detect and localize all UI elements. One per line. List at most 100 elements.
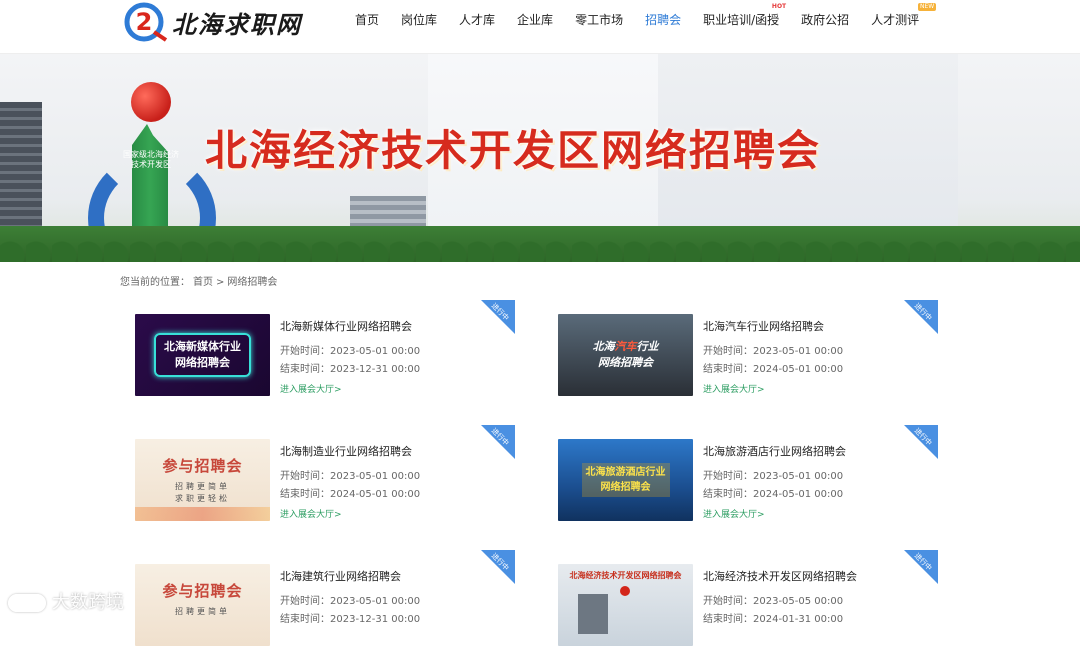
thumb-caption: 参与招聘会 [162,582,243,600]
nav-talent[interactable]: 人才库 [448,0,506,54]
thumb-caption: 北海经济技术开发区网络招聘会 [569,571,682,580]
nav-label: 岗位库 [401,13,438,27]
thumb-caption: 北海新媒体行业 网络招聘会 [154,333,251,377]
start-label: 开始时间： [703,471,753,482]
start-value: 2023-05-01 00:00 [753,346,844,357]
fair-title[interactable]: 北海经济技术开发区网络招聘会 [703,568,857,584]
fair-thumbnail[interactable]: 参与招聘会 招聘更简单 [135,564,270,646]
fair-title[interactable]: 北海汽车行业网络招聘会 [703,318,824,334]
breadcrumb-home-link[interactable]: 首页 [193,277,213,288]
nav-companies[interactable]: 企业库 [506,0,564,54]
nav-label: 首页 [355,13,380,27]
banner-title: 北海经济技术开发区网络招聘会 [205,126,822,175]
status-ribbon: 进行中 [481,425,515,459]
nav-label: 政府公招 [801,13,850,27]
svg-text:2: 2 [136,8,153,36]
fair-title[interactable]: 北海建筑行业网络招聘会 [280,568,401,584]
breadcrumb-current: 网络招聘会 [227,277,278,288]
banner-trees [0,226,1080,262]
monument-ball [131,82,171,122]
fair-start: 开始时间：2023-05-05 00:00 [703,592,843,607]
end-value: 2024-05-01 00:00 [330,489,421,500]
fair-thumbnail[interactable]: 北海经济技术开发区网络招聘会 [558,564,693,646]
fair-title[interactable]: 北海旅游酒店行业网络招聘会 [703,443,846,459]
thumb-line: 求职更轻松 [175,494,230,503]
fair-card[interactable]: 北海旅游酒店行业 网络招聘会 北海旅游酒店行业网络招聘会 开始时间：2023-05… [543,425,938,535]
thumb-line: 北海新媒体行业 [164,340,241,353]
nav-job-fair[interactable]: 招聘会 [634,0,692,68]
status-text: 进行中 [489,301,511,323]
fair-thumbnail[interactable]: 参与招聘会 招聘更简单 求职更轻松 [135,439,270,521]
start-value: 2023-05-05 00:00 [753,596,844,607]
fair-card[interactable]: 参与招聘会 招聘更简单 求职更轻松 北海制造业行业网络招聘会 开始时间：2023-… [120,425,515,535]
end-value: 2023-12-31 00:00 [330,614,421,625]
fair-title[interactable]: 北海新媒体行业网络招聘会 [280,318,412,334]
end-value: 2024-05-01 00:00 [753,364,844,375]
nav-gig-market[interactable]: 零工市场 [564,0,634,54]
nav-gov-recruit[interactable]: 政府公招 [790,0,860,54]
status-ribbon: 进行中 [481,550,515,584]
fair-start: 开始时间：2023-05-01 00:00 [703,342,843,357]
thumb-subcaption: 招聘更简单 [175,607,230,616]
fair-start: 开始时间：2023-05-01 00:00 [280,467,420,482]
enter-hall-link[interactable]: 进入展会大厅> [280,382,342,395]
end-label: 结束时间： [280,364,330,375]
fair-card[interactable]: 北海汽车行业 网络招聘会 北海汽车行业网络招聘会 开始时间：2023-05-01 … [543,300,938,410]
fair-card[interactable]: 北海新媒体行业 网络招聘会 北海新媒体行业网络招聘会 开始时间：2023-05-0… [120,300,515,410]
logo-mark-icon: 2 [124,2,168,42]
nav-label: 人才测评 [871,13,920,27]
thumb-line: 汽车 [614,340,637,353]
hero-banner[interactable]: 国家级北海经济技术开发区 北海经济技术开发区网络招聘会 [0,54,1080,262]
fair-title[interactable]: 北海制造业行业网络招聘会 [280,443,412,459]
thumb-line: 行业 [636,340,659,353]
end-label: 结束时间： [703,489,753,500]
start-value: 2023-05-01 00:00 [330,346,421,357]
thumb-line: 网络招聘会 [600,482,651,493]
start-label: 开始时间： [703,346,753,357]
start-label: 开始时间： [280,596,330,607]
enter-hall-link[interactable]: 进入展会大厅> [703,382,765,395]
start-value: 2023-05-01 00:00 [753,471,844,482]
nav-home[interactable]: 首页 [344,0,390,54]
watermark-logo-icon [8,594,46,612]
logo-text: 北海求职网 [172,9,302,39]
fair-thumbnail[interactable]: 北海新媒体行业 网络招聘会 [135,314,270,396]
start-label: 开始时间： [703,596,753,607]
fair-card[interactable]: 参与招聘会 招聘更简单 北海建筑行业网络招聘会 开始时间：2023-05-01 … [120,550,515,660]
end-label: 结束时间： [280,489,330,500]
hot-badge: HOT [769,3,789,11]
watermark: 大数跨境 [8,588,124,614]
fair-end: 结束时间：2024-05-01 00:00 [703,485,843,500]
nav-jobs[interactable]: 岗位库 [390,0,448,54]
fair-end: 结束时间：2023-12-31 00:00 [280,610,420,625]
watermark-text: 大数跨境 [52,592,124,613]
main-nav: 首页 岗位库 人才库 企业库 零工市场 招聘会 职业培训/函授 HOT 政府公招… [344,0,937,68]
thumb-decoration [135,507,270,521]
thumb-line: 北海旅游酒店行业 [585,467,666,478]
end-label: 结束时间： [703,614,753,625]
fair-thumbnail[interactable]: 北海汽车行业 网络招聘会 [558,314,693,396]
site-logo[interactable]: 2 北海求职网 [124,2,302,42]
nav-label: 企业库 [517,13,554,27]
status-text: 进行中 [912,426,934,448]
enter-hall-link[interactable]: 进入展会大厅> [703,507,765,520]
fair-end: 结束时间：2023-12-31 00:00 [280,360,420,375]
nav-training[interactable]: 职业培训/函授 HOT [692,0,790,54]
fair-card[interactable]: 北海经济技术开发区网络招聘会 北海经济技术开发区网络招聘会 开始时间：2023-… [543,550,938,660]
start-value: 2023-05-01 00:00 [330,596,421,607]
fair-thumbnail[interactable]: 北海旅游酒店行业 网络招聘会 [558,439,693,521]
enter-hall-link[interactable]: 进入展会大厅> [280,507,342,520]
nav-label: 人才库 [459,13,496,27]
site-header: 2 北海求职网 首页 岗位库 人才库 企业库 零工市场 招聘会 职业培训/函授 … [0,0,1080,68]
end-value: 2023-12-31 00:00 [330,364,421,375]
fair-end: 结束时间：2024-01-31 00:00 [703,610,843,625]
start-label: 开始时间： [280,471,330,482]
fair-end: 结束时间：2024-05-01 00:00 [280,485,420,500]
start-value: 2023-05-01 00:00 [330,471,421,482]
breadcrumb: 您当前的位置： 首页 > 网络招聘会 [120,273,280,288]
status-ribbon: 进行中 [904,300,938,334]
thumb-caption: 北海汽车行业 网络招聘会 [593,339,659,371]
nav-assessment[interactable]: 人才测评 NEW [860,0,937,54]
thumb-line: 网络招聘会 [175,356,230,369]
monument-text: 国家级北海经济技术开发区 [123,150,179,169]
